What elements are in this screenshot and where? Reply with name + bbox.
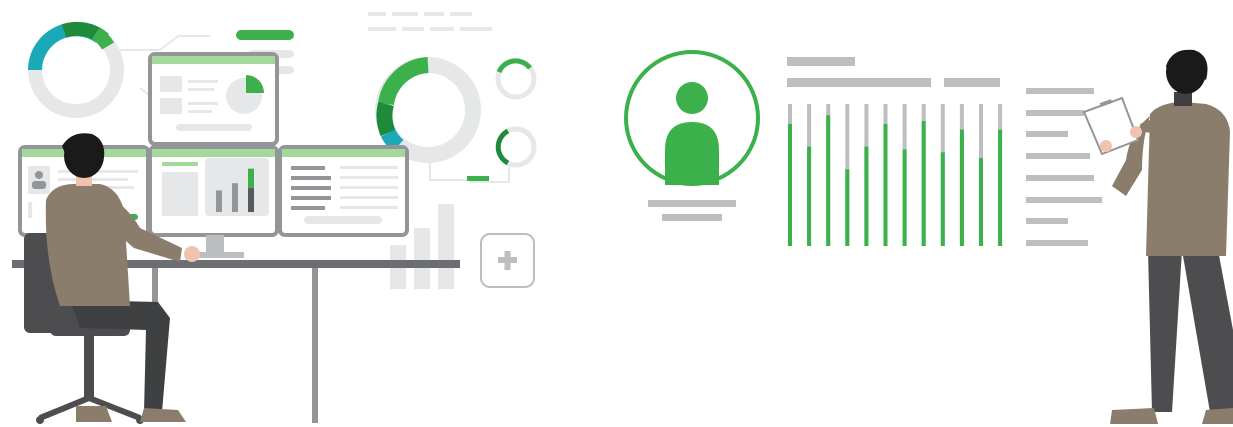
chart-header-lines [787,57,1000,87]
user-card-icon [28,166,50,194]
bar-fill [902,149,907,246]
bar-fill [998,129,1003,246]
donut-chart-top-left [28,21,124,118]
monitor-stand [206,235,224,253]
illustration-scene [12,12,1233,424]
monitor-bar [232,183,238,212]
bar-fill [826,115,831,246]
bar-fill [883,123,888,246]
bar-fill [788,123,792,246]
standing-person [1082,49,1233,424]
profile-caption-lines [648,200,736,221]
add-button[interactable] [480,233,535,288]
bar-fill [845,169,850,246]
monitor-center [148,145,279,258]
image-placeholder-icon [160,76,182,92]
bar-fill [864,146,869,246]
bar-fill [921,121,926,246]
bar-fill [979,157,983,246]
bar-fill [940,152,945,246]
monitor-top [148,52,279,146]
mini-donut-bottom [495,126,537,168]
monitor-bar [216,190,222,212]
text-lines-top [368,12,492,31]
monitor-bar-highlight [248,168,254,189]
vertical-bar-chart [788,104,1003,246]
donut-chart-center [375,57,481,163]
mini-donut-top [495,58,537,100]
bar-fill [807,146,812,246]
user-profile-icon [624,50,760,186]
donut-connector [429,162,510,183]
monitor-right [278,145,409,237]
image-placeholder-icon [160,98,182,114]
bar-fill [959,129,964,246]
